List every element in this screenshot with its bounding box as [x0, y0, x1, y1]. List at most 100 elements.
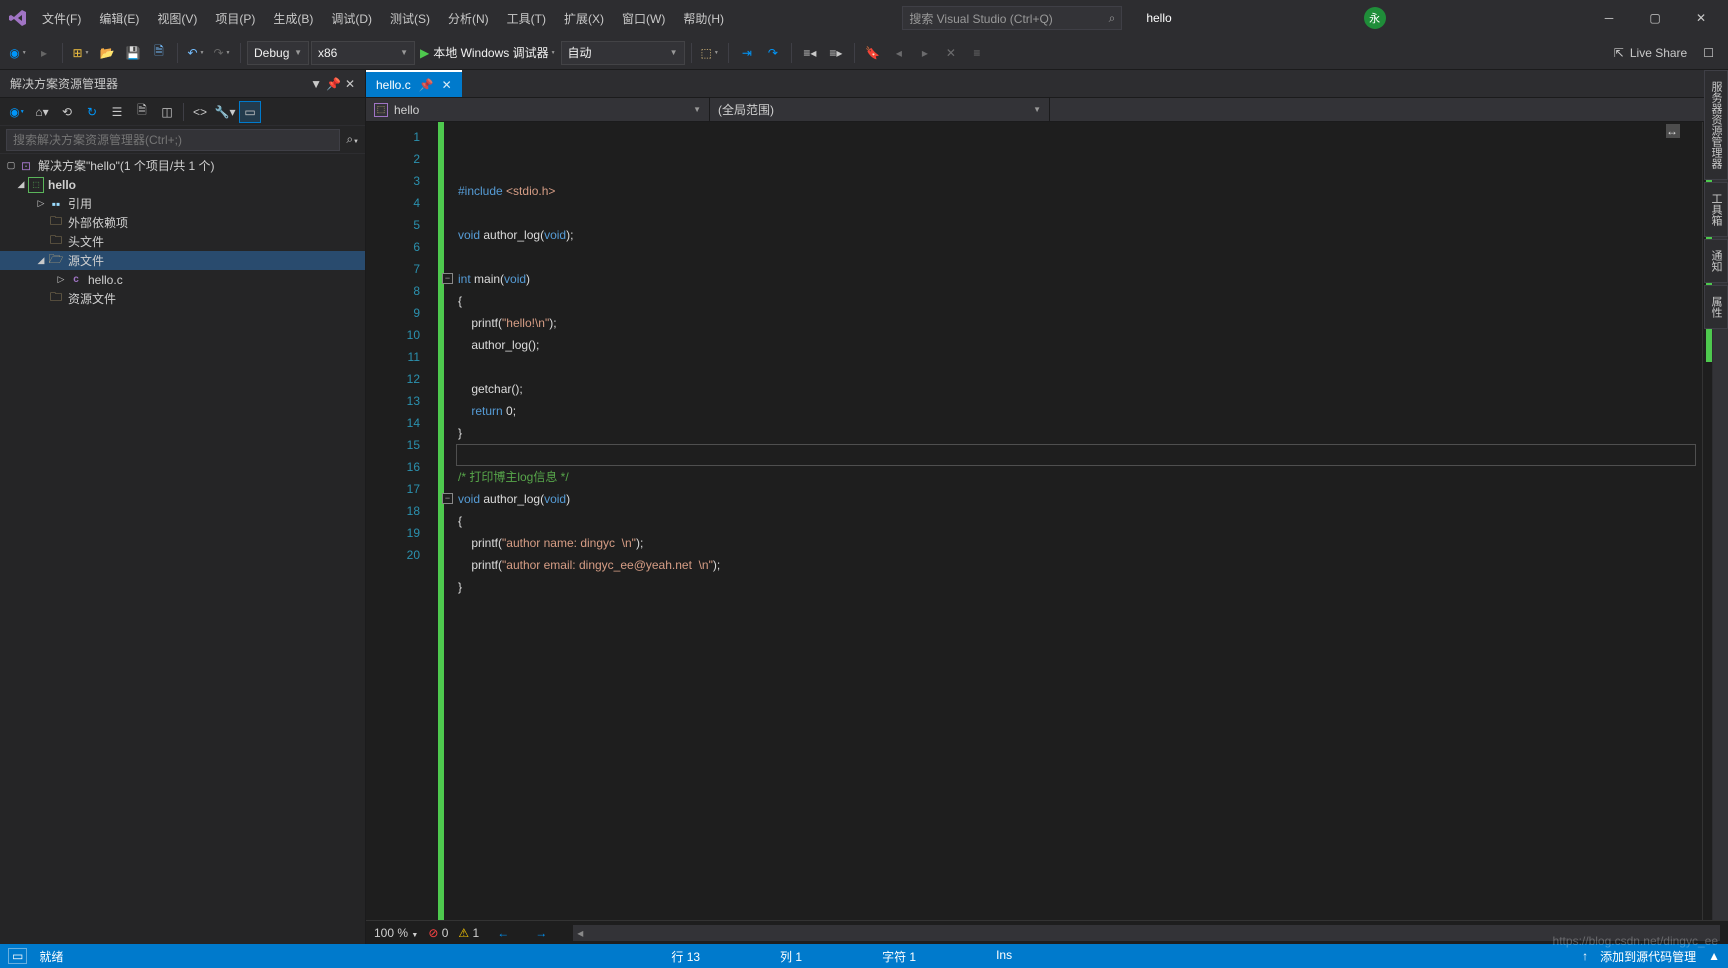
- extension-btn[interactable]: ⬚▼: [698, 41, 722, 65]
- se-collapse-icon[interactable]: ☰: [106, 101, 128, 123]
- line-gutter: 1234567891011121314151617181920: [366, 122, 438, 920]
- bm-prev-button[interactable]: ◂: [887, 41, 911, 65]
- se-showall-icon[interactable]: 🗎: [131, 101, 153, 123]
- headers-node[interactable]: 🗀 头文件: [0, 232, 365, 251]
- publish-icon[interactable]: ↑: [1582, 949, 1588, 963]
- indent-right-button[interactable]: ≡▸: [824, 41, 848, 65]
- indent-left-button[interactable]: ≡◂: [798, 41, 822, 65]
- step-in-button[interactable]: ⇥: [735, 41, 759, 65]
- config-combo[interactable]: Debug▼: [247, 41, 309, 65]
- solution-search-icon[interactable]: ⌕▼: [346, 132, 359, 147]
- open-button[interactable]: 📂: [95, 41, 119, 65]
- status-char: 字符 1: [878, 948, 920, 965]
- bm-next-button[interactable]: ▸: [913, 41, 937, 65]
- maximize-button[interactable]: ▢: [1632, 2, 1678, 34]
- feedback-icon[interactable]: ☐: [1703, 46, 1714, 60]
- menu-item[interactable]: 扩展(X): [556, 4, 612, 33]
- menu-item[interactable]: 项目(P): [207, 4, 263, 33]
- tab-pin-icon[interactable]: 📌: [419, 78, 434, 92]
- panel-close-icon[interactable]: ✕: [345, 77, 355, 91]
- code-pane[interactable]: ↔ #include <stdio.h>void author_log(void…: [444, 122, 1702, 920]
- sources-node[interactable]: ◢🗁 源文件: [0, 251, 365, 270]
- search-icon: ⌕: [1109, 11, 1116, 26]
- warning-count[interactable]: ⚠ 1: [458, 926, 479, 940]
- menu-item[interactable]: 视图(V): [149, 4, 205, 33]
- code-area: 1234567891011121314151617181920 ↔ #inclu…: [366, 122, 1728, 920]
- vertical-tab[interactable]: 属性: [1704, 285, 1728, 329]
- se-refresh-icon[interactable]: ↻: [81, 101, 103, 123]
- se-code-icon[interactable]: <>: [189, 101, 211, 123]
- nav-fwd-button[interactable]: ▸: [32, 41, 56, 65]
- menu-item[interactable]: 文件(F): [34, 4, 89, 33]
- solution-search-input[interactable]: [6, 129, 340, 151]
- fold-toggle-icon[interactable]: −: [442, 273, 453, 284]
- menu-item[interactable]: 工具(T): [499, 4, 554, 33]
- search-box[interactable]: 搜索 Visual Studio (Ctrl+Q) ⌕: [902, 6, 1122, 30]
- zoom-level[interactable]: 100 % ▼: [374, 926, 418, 940]
- project-node[interactable]: ◢⬚ hello: [0, 175, 365, 194]
- vertical-tab[interactable]: 服务器资源管理器: [1704, 70, 1728, 180]
- se-preview-icon[interactable]: ◫: [156, 101, 178, 123]
- nav-project-combo[interactable]: ⬚hello▼: [366, 98, 710, 121]
- save-button[interactable]: 💾: [121, 41, 145, 65]
- solution-tree: ▢⊡ 解决方案"hello"(1 个项目/共 1 个) ◢⬚ hello ▷▪▪…: [0, 154, 365, 944]
- se-back-icon[interactable]: ◉▼: [6, 101, 28, 123]
- se-wrench-icon[interactable]: 🔧▾: [214, 101, 236, 123]
- panel-pin-icon[interactable]: 📌: [326, 77, 341, 91]
- output-icon[interactable]: ▭: [8, 948, 27, 964]
- minimize-button[interactable]: ─: [1586, 2, 1632, 34]
- bookmark-button[interactable]: 🔖: [861, 41, 885, 65]
- helloc-node[interactable]: ▷c hello.c: [0, 270, 365, 289]
- step-over-button[interactable]: ↷: [761, 41, 785, 65]
- menu-item[interactable]: 测试(S): [382, 4, 438, 33]
- menu-item[interactable]: 帮助(H): [675, 4, 732, 33]
- undo-button[interactable]: ↶▼: [184, 41, 208, 65]
- editor-tabbar: hello.c 📌 ✕ ▼: [366, 70, 1728, 98]
- close-button[interactable]: ✕: [1678, 2, 1724, 34]
- se-sync-icon[interactable]: ⟲: [56, 101, 78, 123]
- vertical-tab[interactable]: 通知: [1704, 239, 1728, 283]
- nav-back-button[interactable]: ◉▼: [6, 41, 30, 65]
- nav-scope-combo[interactable]: (全局范围)▼: [710, 98, 1050, 121]
- error-count[interactable]: ⊘ 0: [428, 926, 448, 940]
- tab-helloc[interactable]: hello.c 📌 ✕: [366, 70, 462, 97]
- resources-node[interactable]: 🗀 资源文件: [0, 289, 365, 308]
- solution-node[interactable]: ▢⊡ 解决方案"hello"(1 个项目/共 1 个): [0, 156, 365, 175]
- status-bar: ▭ 就绪 行 13 列 1 字符 1 Ins ↑ 添加到源代码管理 ▲: [0, 944, 1728, 968]
- status-col: 列 1: [776, 948, 806, 965]
- se-home-icon[interactable]: ⌂▾: [31, 101, 53, 123]
- tab-close-icon[interactable]: ✕: [442, 78, 452, 92]
- split-handle-icon[interactable]: ↔: [1666, 124, 1680, 138]
- status-source-control[interactable]: 添加到源代码管理: [1596, 948, 1700, 965]
- vertical-tab[interactable]: 工具箱: [1704, 182, 1728, 237]
- panel-dropdown-icon[interactable]: ▼: [310, 77, 322, 91]
- live-share-button[interactable]: ⇱ Live Share ☐: [1606, 46, 1722, 60]
- run-button[interactable]: ▶ 本地 Windows 调试器▼: [417, 41, 559, 65]
- menu-item[interactable]: 分析(N): [440, 4, 497, 33]
- redo-button[interactable]: ↷▼: [210, 41, 234, 65]
- references-node[interactable]: ▷▪▪ 引用: [0, 194, 365, 213]
- search-placeholder: 搜索 Visual Studio (Ctrl+Q): [909, 10, 1053, 27]
- prev-issue-button[interactable]: ←: [489, 926, 517, 940]
- next-issue-button[interactable]: →: [527, 926, 555, 940]
- external-deps-node[interactable]: 🗀 外部依赖项: [0, 213, 365, 232]
- se-view-icon[interactable]: ▭: [239, 101, 261, 123]
- fold-toggle-icon[interactable]: −: [442, 493, 453, 504]
- avatar[interactable]: 永: [1364, 7, 1386, 29]
- menu-item[interactable]: 调试(D): [323, 4, 380, 33]
- new-item-button[interactable]: ⊞▼: [69, 41, 93, 65]
- platform-combo[interactable]: x86▼: [311, 41, 415, 65]
- menu-item[interactable]: 生成(B): [265, 4, 321, 33]
- save-all-button[interactable]: 🗎: [147, 41, 171, 65]
- menu-item[interactable]: 编辑(E): [91, 4, 147, 33]
- menu-item[interactable]: 窗口(W): [614, 4, 673, 33]
- bm-clear-button[interactable]: ✕: [939, 41, 963, 65]
- auto-combo[interactable]: 自动▼: [561, 41, 685, 65]
- scrollbar-horizontal[interactable]: ◂: [573, 925, 1720, 941]
- status-ins: Ins: [992, 948, 1016, 965]
- right-tool-tabs: 服务器资源管理器工具箱通知属性: [1704, 70, 1728, 331]
- nav-member-combo[interactable]: ▼: [1050, 98, 1728, 121]
- sc-dropdown-icon[interactable]: ▲: [1708, 949, 1720, 963]
- menu-bar: 文件(F)编辑(E)视图(V)项目(P)生成(B)调试(D)测试(S)分析(N)…: [34, 4, 732, 33]
- bm-list-button[interactable]: ≡: [965, 41, 989, 65]
